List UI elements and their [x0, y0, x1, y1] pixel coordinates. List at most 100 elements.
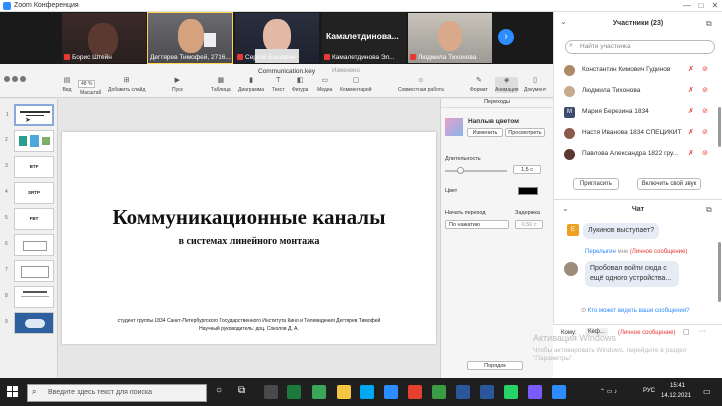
- app-icon[interactable]: [264, 385, 278, 399]
- chat-message: Лукинов выступает?: [583, 223, 660, 239]
- minimize-icon[interactable]: —: [680, 1, 694, 10]
- unmute-button[interactable]: Включить свой звук: [637, 178, 701, 190]
- file-icon[interactable]: ▢: [683, 328, 690, 336]
- window-controls[interactable]: [4, 69, 28, 87]
- notifications-icon[interactable]: ▭: [703, 387, 711, 396]
- maximize-icon[interactable]: □: [694, 1, 708, 10]
- slide-thumb[interactable]: 7: [5, 260, 54, 282]
- participant-search-input[interactable]: Найти участника: [565, 40, 715, 54]
- muted-mic-icon: ✗: [688, 129, 694, 136]
- participant-row[interactable]: Константин Кимович Гудинов ✗ ⊘: [560, 62, 710, 79]
- word-icon[interactable]: [456, 385, 470, 399]
- text-button[interactable]: T Текст: [272, 77, 285, 93]
- taskbar-search-input[interactable]: Введите здесь текст для поиска: [27, 384, 207, 402]
- add-slide-button[interactable]: ⊞ Добавить слайд: [108, 77, 145, 93]
- slide-thumb[interactable]: 9: [5, 312, 54, 334]
- chrome-icon[interactable]: [432, 385, 446, 399]
- cursor-icon: ➤: [25, 117, 31, 124]
- media-button[interactable]: ▭ Медиа: [317, 77, 332, 93]
- slide-thumb[interactable]: 4 SRTP: [5, 182, 54, 204]
- word-icon[interactable]: [480, 385, 494, 399]
- more-icon[interactable]: ···: [699, 328, 706, 335]
- excel-icon[interactable]: [287, 385, 301, 399]
- avatar: [564, 128, 575, 139]
- chat-scrollbar[interactable]: [718, 242, 721, 302]
- input-language[interactable]: РУС: [643, 388, 655, 394]
- document-button[interactable]: ▯ Документ: [524, 77, 546, 93]
- cortana-icon[interactable]: ○: [216, 385, 222, 396]
- app-icon[interactable]: [528, 385, 542, 399]
- shared-screen-keynote: Communication.key Изменено ▤ Вид 48 % Мас…: [0, 64, 553, 378]
- muted-mic-icon: [410, 54, 416, 60]
- video-tile[interactable]: Борис Штейн: [62, 13, 146, 63]
- inspector-header: Переходы: [441, 99, 553, 108]
- start-select[interactable]: По нажатию: [445, 220, 509, 229]
- comment-icon: ▢: [352, 77, 360, 84]
- shape-button[interactable]: ◧ Фигура: [292, 77, 308, 93]
- slide-thumb[interactable]: 3 BTF: [5, 156, 54, 178]
- animate-button[interactable]: ◈ Анимация: [495, 77, 519, 93]
- slide-thumb[interactable]: 6: [5, 234, 54, 256]
- format-button[interactable]: ✎ Формат: [470, 77, 488, 93]
- slide-thumb[interactable]: 5 FBT: [5, 208, 54, 230]
- participants-scrollbar[interactable]: [718, 107, 721, 147]
- whatsapp-icon[interactable]: [504, 385, 518, 399]
- slide-thumb[interactable]: 8: [5, 286, 54, 308]
- participant-name: Дегтярев Тимофей, 2716...: [150, 54, 231, 61]
- slide-thumb[interactable]: 2: [5, 130, 54, 152]
- comment-button[interactable]: ▢ Комментарий: [340, 77, 372, 93]
- delay-value[interactable]: 0,50 с: [515, 220, 543, 229]
- muted-mic-icon: [64, 54, 70, 60]
- avatar: [564, 86, 575, 97]
- duration-value[interactable]: 1,5 с: [513, 165, 541, 174]
- table-button[interactable]: ▦ Таблица: [211, 77, 231, 93]
- popout-icon[interactable]: ⧉: [706, 19, 712, 29]
- video-off-icon: ⊘: [702, 129, 708, 136]
- app-icon[interactable]: [408, 385, 422, 399]
- order-button[interactable]: Порядок: [467, 361, 523, 370]
- muted-mic-icon: [324, 54, 330, 60]
- tray-icons[interactable]: ⌃ ▭ ♪: [600, 388, 617, 395]
- participant-row[interactable]: Людмила Тихонова ✗ ⊘: [560, 83, 710, 100]
- app-icon[interactable]: [312, 385, 326, 399]
- video-strip: Борис Штейн Дегтярев Тимофей, 2716... Се…: [0, 12, 553, 64]
- zoom-select[interactable]: 48 %: [78, 80, 96, 88]
- clock-date[interactable]: 14.12.2021: [661, 393, 691, 399]
- chat-message: Пробовал войти сюда с ещё одного устройс…: [585, 261, 679, 287]
- change-button[interactable]: Изменить: [467, 128, 503, 137]
- explorer-icon[interactable]: [337, 385, 351, 399]
- task-view-icon[interactable]: ⧉: [238, 385, 245, 396]
- video-tile[interactable]: Людмила Тихонова: [408, 13, 492, 63]
- windows-start-icon[interactable]: [7, 386, 19, 398]
- participant-row[interactable]: Павлова Александра 1822 гру... ✗ ⊘: [560, 146, 710, 163]
- chart-button[interactable]: ▮ Диаграмма: [238, 77, 264, 93]
- play-button[interactable]: ▶ Пуск: [172, 77, 183, 93]
- zoom-icon[interactable]: [384, 385, 398, 399]
- zoom-label: Масштаб: [80, 90, 102, 96]
- muted-mic-icon: ✗: [688, 87, 694, 94]
- preview-button[interactable]: Просмотреть: [505, 128, 545, 137]
- video-tile[interactable]: Сергей Башарин: [235, 13, 319, 63]
- video-tile[interactable]: Камалетдинова... Камалетдинова Эл...: [322, 13, 406, 63]
- view-button[interactable]: ▤ Вид: [62, 77, 72, 93]
- duration-slider[interactable]: [445, 167, 507, 174]
- invite-button[interactable]: Пригласить: [573, 178, 619, 190]
- window-title: Zoom Конференция: [14, 2, 79, 9]
- zoom-icon[interactable]: [552, 385, 566, 399]
- collaborate-button[interactable]: ☺ Совместная работа: [398, 77, 444, 93]
- clock-time[interactable]: 15:41: [670, 383, 685, 389]
- close-icon[interactable]: ✕: [708, 1, 722, 10]
- chat-popout-icon[interactable]: ⧉: [706, 205, 712, 215]
- video-tile-active[interactable]: Дегтярев Тимофей, 2716...: [147, 12, 233, 64]
- color-swatch[interactable]: [518, 187, 538, 195]
- current-slide[interactable]: Коммуникационные каналы в системах линей…: [62, 132, 436, 344]
- video-off-icon: ⊘: [702, 108, 708, 115]
- muted-mic-icon: [237, 54, 243, 60]
- who-can-see-link[interactable]: ⊙ Кто может видеть ваши сообщения?: [581, 307, 690, 314]
- search-icon: ⌕: [32, 387, 37, 396]
- participant-row[interactable]: M Мария Березина 1834 ✗ ⊘: [560, 104, 710, 121]
- participant-row[interactable]: Настя Иванова 1834 СПЕЦИКИТ ✗ ⊘: [560, 125, 710, 142]
- slide-thumb[interactable]: 1 ➤: [6, 104, 54, 126]
- skype-icon[interactable]: [360, 385, 374, 399]
- next-page-icon[interactable]: ›: [498, 29, 514, 45]
